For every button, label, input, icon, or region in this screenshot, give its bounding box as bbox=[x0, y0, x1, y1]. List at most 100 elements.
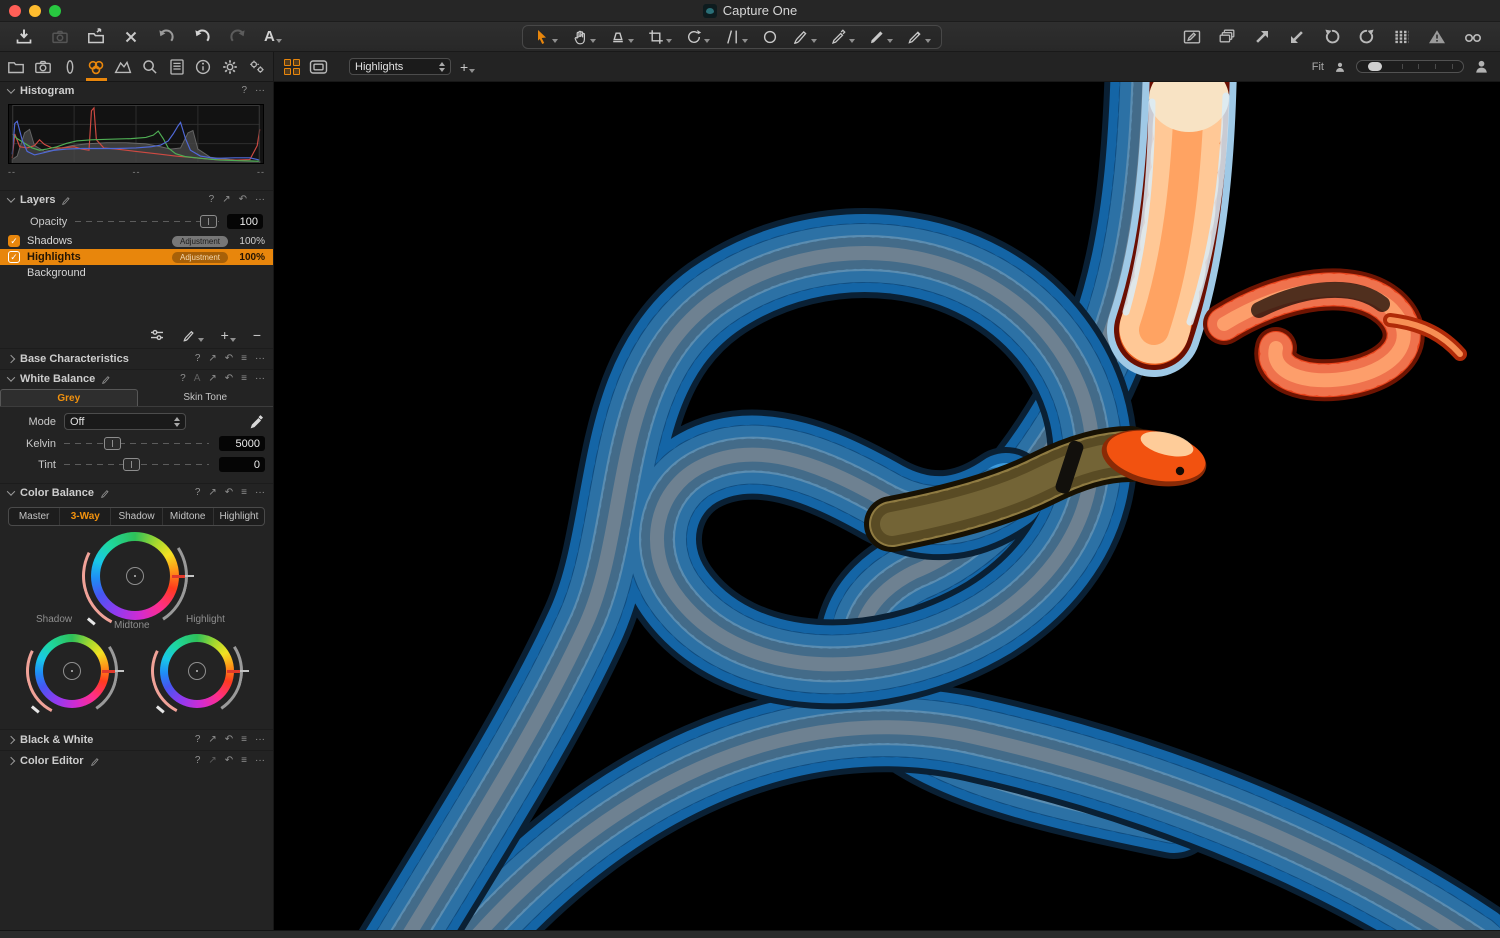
add-layer-icon[interactable]: + bbox=[221, 328, 236, 342]
tint-value[interactable]: 0 bbox=[219, 457, 265, 472]
tab-color[interactable] bbox=[84, 52, 109, 81]
undo-icon[interactable] bbox=[192, 27, 212, 47]
help-icon[interactable]: ? bbox=[195, 488, 201, 498]
variant-selector-dropdown[interactable]: Highlights bbox=[349, 58, 451, 75]
tab-exposure[interactable] bbox=[111, 52, 136, 81]
multi-view-grid-icon[interactable] bbox=[284, 59, 300, 75]
menu-icon[interactable]: ≡ bbox=[241, 735, 247, 745]
zoom-out-person-icon[interactable] bbox=[1333, 60, 1347, 74]
erase-mask-tool-icon[interactable] bbox=[906, 28, 931, 46]
white-balance-header[interactable]: White Balance ? A ↗ ↶ ≡ ··· bbox=[0, 370, 273, 388]
reset-icon[interactable]: ↶ bbox=[225, 735, 233, 745]
highlight-color-wheel[interactable] bbox=[160, 634, 234, 708]
help-icon[interactable]: ? bbox=[209, 195, 215, 205]
wb-mode-dropdown[interactable]: Off bbox=[64, 413, 186, 430]
menu-icon[interactable]: ≡ bbox=[241, 354, 247, 364]
pick-color-tool-icon[interactable] bbox=[830, 28, 855, 46]
reset-icon[interactable]: ↶ bbox=[225, 756, 233, 766]
help-icon[interactable]: ? bbox=[195, 756, 201, 766]
expand-icon[interactable]: ↗ bbox=[208, 735, 216, 745]
menu-icon[interactable]: ≡ bbox=[241, 756, 247, 766]
more-icon[interactable]: ··· bbox=[255, 488, 265, 498]
reset-icon[interactable]: ↶ bbox=[225, 488, 233, 498]
fill-mask-tool-icon[interactable] bbox=[868, 28, 893, 46]
reset-icon[interactable]: ↶ bbox=[239, 195, 247, 205]
spot-removal-tool-icon[interactable] bbox=[761, 28, 779, 46]
layer-row-background[interactable]: Background bbox=[0, 265, 273, 281]
help-icon[interactable]: ? bbox=[195, 354, 201, 364]
zoom-slider[interactable] bbox=[1356, 60, 1464, 73]
clone-variants-icon[interactable] bbox=[1217, 27, 1237, 47]
tab-skin-tone[interactable]: Skin Tone bbox=[138, 389, 274, 406]
tab-metadata[interactable] bbox=[164, 52, 189, 81]
expand-icon[interactable]: ↗ bbox=[222, 195, 230, 205]
rotate-tool-icon[interactable] bbox=[685, 28, 710, 46]
tab-library[interactable] bbox=[4, 52, 29, 81]
layer-brush-icon[interactable] bbox=[182, 328, 204, 343]
zoom-window-button[interactable] bbox=[49, 5, 61, 17]
help-icon[interactable]: ? bbox=[195, 735, 201, 745]
reset-adjustments-icon[interactable] bbox=[156, 27, 176, 47]
close-window-button[interactable] bbox=[9, 5, 21, 17]
more-icon[interactable]: ··· bbox=[255, 195, 265, 205]
pointer-tool-icon[interactable] bbox=[533, 28, 558, 46]
opacity-slider[interactable] bbox=[75, 215, 219, 228]
tab-adjustments[interactable] bbox=[191, 52, 216, 81]
remove-layer-icon[interactable]: − bbox=[253, 328, 261, 342]
layer-checkbox[interactable]: ✓ bbox=[8, 251, 20, 263]
auto-adjust-icon[interactable]: A bbox=[194, 374, 201, 384]
expand-icon[interactable]: ↗ bbox=[208, 374, 216, 384]
rotate-left-icon[interactable] bbox=[1322, 27, 1342, 47]
menu-icon[interactable]: ≡ bbox=[241, 374, 247, 384]
delete-icon[interactable] bbox=[122, 28, 140, 46]
layer-row-highlights[interactable]: ✓ Highlights Adjustment 100% bbox=[0, 249, 273, 265]
shadow-color-wheel[interactable] bbox=[35, 634, 109, 708]
expand-icon[interactable]: ↗ bbox=[208, 354, 216, 364]
rotate-right-icon[interactable] bbox=[1357, 27, 1377, 47]
color-balance-header[interactable]: Color Balance ? ↗ ↶ ≡ ··· bbox=[0, 484, 273, 502]
segment-midtone[interactable]: Midtone bbox=[162, 508, 213, 525]
wb-eyedropper-icon[interactable] bbox=[249, 414, 265, 430]
tab-grey[interactable]: Grey bbox=[0, 389, 138, 406]
tab-capture[interactable] bbox=[31, 52, 56, 81]
promote-variant-icon[interactable] bbox=[1252, 27, 1272, 47]
reset-icon[interactable]: ↶ bbox=[225, 354, 233, 364]
crop-tool-icon[interactable] bbox=[647, 28, 672, 46]
loupe-tool-icon[interactable] bbox=[609, 28, 634, 46]
expand-icon[interactable]: ↗ bbox=[208, 488, 216, 498]
tab-process[interactable] bbox=[244, 52, 269, 81]
draw-mask-tool-icon[interactable] bbox=[792, 28, 817, 46]
exposure-warning-icon[interactable] bbox=[1427, 27, 1447, 47]
zoom-in-person-icon[interactable] bbox=[1473, 58, 1490, 75]
kelvin-slider[interactable] bbox=[64, 437, 209, 450]
export-icon[interactable] bbox=[86, 27, 106, 47]
base-characteristics-header[interactable]: Base Characteristics ? ↗ ↶ ≡ ··· bbox=[0, 350, 273, 368]
minimize-window-button[interactable] bbox=[29, 5, 41, 17]
segment-highlight[interactable]: Highlight bbox=[213, 508, 264, 525]
reset-icon[interactable]: ↶ bbox=[225, 374, 233, 384]
more-icon[interactable]: ··· bbox=[255, 735, 265, 745]
image-viewer[interactable] bbox=[274, 82, 1500, 930]
straighten-tool-icon[interactable] bbox=[723, 28, 748, 46]
more-icon[interactable]: ··· bbox=[255, 756, 265, 766]
layer-row-shadows[interactable]: ✓ Shadows Adjustment 100% bbox=[0, 233, 273, 249]
kelvin-value[interactable]: 5000 bbox=[219, 436, 265, 451]
color-editor-header[interactable]: Color Editor ? ↗ ↶ ≡ ··· bbox=[0, 752, 273, 770]
demote-variant-icon[interactable] bbox=[1287, 27, 1307, 47]
more-icon[interactable]: ··· bbox=[255, 374, 265, 384]
menu-icon[interactable]: ≡ bbox=[241, 488, 247, 498]
segment-master[interactable]: Master bbox=[9, 508, 59, 525]
tab-lens[interactable] bbox=[57, 52, 82, 81]
black-white-header[interactable]: Black & White ? ↗ ↶ ≡ ··· bbox=[0, 731, 273, 749]
import-icon[interactable] bbox=[14, 27, 34, 47]
single-view-icon[interactable] bbox=[309, 59, 328, 75]
mask-properties-icon[interactable] bbox=[149, 327, 165, 343]
segment-3way[interactable]: 3-Way bbox=[59, 508, 110, 525]
text-style-icon[interactable]: A bbox=[264, 29, 282, 44]
more-icon[interactable]: ··· bbox=[255, 86, 265, 96]
proof-grid-icon[interactable] bbox=[1392, 27, 1412, 47]
layers-header[interactable]: Layers ? ↗ ↶ ··· bbox=[0, 191, 273, 209]
more-icon[interactable]: ··· bbox=[255, 354, 265, 364]
zoom-slider-knob[interactable] bbox=[1368, 62, 1382, 71]
layer-checkbox[interactable]: ✓ bbox=[8, 235, 20, 247]
